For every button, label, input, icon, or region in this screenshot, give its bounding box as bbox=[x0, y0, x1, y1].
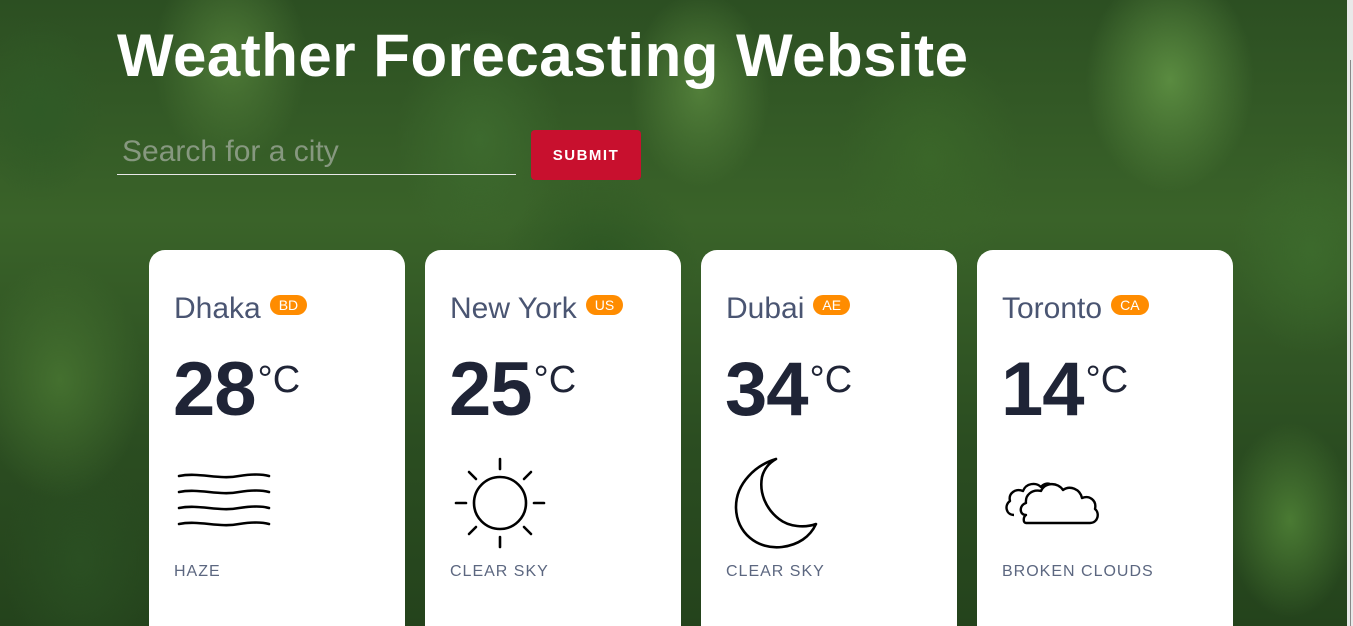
temperature-value: 14 bbox=[1001, 347, 1085, 432]
city-header: Dhaka BD bbox=[174, 292, 308, 326]
submit-button[interactable]: SUBMIT bbox=[531, 130, 641, 180]
city-card-toronto: Toronto CA 14 °C BROKEN CLOUDS bbox=[977, 250, 1233, 626]
city-card-new-york: New York US 25 °C CLEAR SKY bbox=[425, 250, 681, 626]
weather-description: BROKEN CLOUDS bbox=[1002, 563, 1154, 580]
country-badge: AE bbox=[813, 295, 851, 315]
city-name: Toronto bbox=[1002, 292, 1103, 325]
sun-icon bbox=[450, 455, 550, 560]
scrollbar[interactable] bbox=[1347, 0, 1353, 626]
city-name: Dubai bbox=[726, 292, 805, 325]
weather-description: HAZE bbox=[174, 563, 221, 580]
temperature: 14 °C bbox=[1001, 350, 1128, 430]
country-badge: CA bbox=[1111, 295, 1149, 315]
search-field bbox=[117, 130, 516, 175]
page-title: Weather Forecasting Website bbox=[117, 22, 969, 89]
city-header: Toronto CA bbox=[1002, 292, 1149, 326]
clouds-icon bbox=[1002, 455, 1102, 540]
temperature-value: 25 bbox=[449, 347, 533, 432]
moon-icon bbox=[726, 455, 826, 560]
temperature: 25 °C bbox=[449, 350, 576, 430]
page: Weather Forecasting Website SUBMIT Dhaka… bbox=[0, 0, 1353, 626]
country-badge: BD bbox=[269, 295, 308, 315]
search-input[interactable] bbox=[117, 130, 516, 174]
temperature-unit: °C bbox=[1085, 359, 1129, 401]
city-card-dubai: Dubai AE 34 °C CLEAR SKY bbox=[701, 250, 957, 626]
city-card-dhaka: Dhaka BD 28 °C HAZE bbox=[149, 250, 405, 626]
city-name: New York bbox=[450, 292, 577, 325]
country-badge: US bbox=[585, 295, 624, 315]
scrollbar-track[interactable] bbox=[1350, 60, 1351, 626]
weather-description: CLEAR SKY bbox=[726, 563, 825, 580]
city-header: Dubai AE bbox=[726, 292, 851, 326]
city-name: Dhaka bbox=[174, 292, 261, 325]
temperature: 34 °C bbox=[725, 350, 852, 430]
haze-icon bbox=[174, 455, 274, 540]
temperature-value: 34 bbox=[725, 347, 809, 432]
temperature-unit: °C bbox=[533, 359, 577, 401]
temperature-value: 28 bbox=[173, 347, 257, 432]
temperature: 28 °C bbox=[173, 350, 300, 430]
city-header: New York US bbox=[450, 292, 624, 326]
weather-description: CLEAR SKY bbox=[450, 563, 549, 580]
temperature-unit: °C bbox=[257, 359, 301, 401]
temperature-unit: °C bbox=[809, 359, 853, 401]
